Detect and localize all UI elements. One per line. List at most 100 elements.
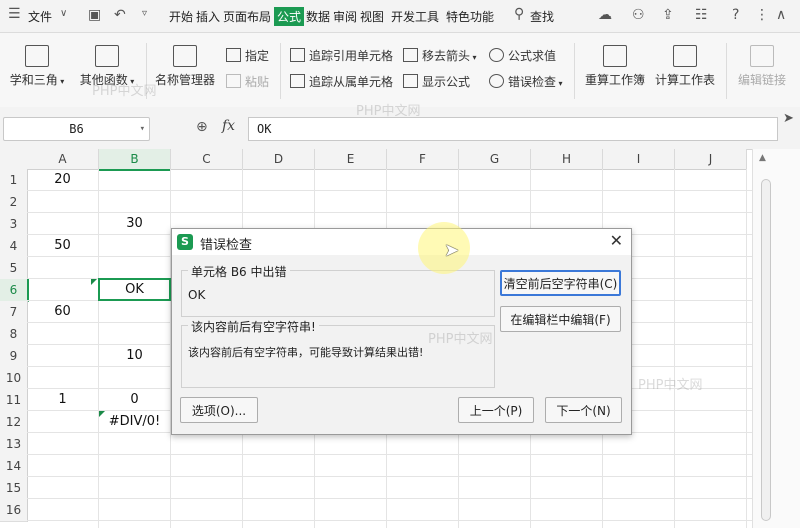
- cell-b3[interactable]: 30: [99, 213, 170, 235]
- tab-view[interactable]: 视图: [360, 8, 384, 25]
- cloud-sync-icon[interactable]: ☁: [598, 7, 612, 23]
- tab-data[interactable]: 数据: [306, 8, 330, 25]
- recalc-workbook-button[interactable]: 重算工作簿: [582, 45, 648, 88]
- tab-developer[interactable]: 开发工具: [391, 8, 439, 25]
- row-header-4[interactable]: 4: [0, 235, 28, 258]
- math-trig-label: 学和三角: [9, 73, 58, 87]
- remove-arrows-button[interactable]: 移去箭头 ▾: [403, 47, 477, 64]
- cell-a11[interactable]: 1: [27, 389, 98, 411]
- error-check-label: 错误检查: [508, 75, 557, 89]
- active-cell-border: [98, 278, 171, 301]
- column-header-a[interactable]: A: [27, 149, 99, 170]
- error-indicator-icon[interactable]: [91, 279, 97, 285]
- row-header-13[interactable]: 13: [0, 433, 28, 456]
- name-manager-button[interactable]: 名称管理器: [152, 45, 218, 88]
- options-button[interactable]: 选项(O)...: [180, 397, 258, 423]
- row-header-14[interactable]: 14: [0, 455, 28, 478]
- next-button[interactable]: 下一个(N): [545, 397, 622, 423]
- vertical-scrollbar[interactable]: ▲: [752, 149, 800, 528]
- row-header-1[interactable]: 1: [0, 169, 28, 192]
- tab-page-layout[interactable]: 页面布局: [223, 8, 271, 25]
- more-icon[interactable]: ⋮: [755, 7, 769, 23]
- hamburger-icon[interactable]: ☰: [8, 6, 21, 22]
- math-trig-icon: [25, 45, 49, 67]
- column-header-e[interactable]: E: [315, 149, 387, 170]
- column-header-d[interactable]: D: [243, 149, 315, 170]
- column-header-h[interactable]: H: [531, 149, 603, 170]
- toolbar-settings-icon[interactable]: ☷: [695, 7, 708, 23]
- tab-special-features[interactable]: 特色功能: [446, 8, 494, 25]
- row-header-11[interactable]: 11: [0, 389, 28, 412]
- collapse-ribbon-icon[interactable]: ∧: [776, 7, 786, 23]
- define-button[interactable]: 指定: [226, 47, 269, 64]
- column-header-c[interactable]: C: [171, 149, 243, 170]
- tab-review[interactable]: 审阅: [333, 8, 357, 25]
- formula-input[interactable]: OK: [248, 117, 778, 141]
- show-formulas-button[interactable]: 显示公式: [403, 73, 470, 90]
- scroll-up-icon[interactable]: ▲: [759, 153, 766, 163]
- close-icon[interactable]: ✕: [610, 231, 623, 250]
- column-header-i[interactable]: I: [603, 149, 675, 170]
- row-header-3[interactable]: 3: [0, 213, 28, 236]
- math-trig-button[interactable]: 学和三角 ▾: [6, 45, 68, 88]
- cell-a4[interactable]: 50: [27, 235, 98, 257]
- cell-b12[interactable]: #DIV/0!: [99, 411, 170, 433]
- edit-links-button[interactable]: 编辑链接: [732, 45, 792, 88]
- gridline: [746, 169, 747, 528]
- quick-access-dropdown-icon[interactable]: ▿: [142, 8, 147, 19]
- evaluate-formula-button[interactable]: 公式求值: [489, 47, 556, 64]
- save-icon[interactable]: ▣: [88, 7, 101, 23]
- tab-formulas[interactable]: 公式: [274, 7, 305, 26]
- dialog-titlebar[interactable]: S 错误检查 ✕: [172, 229, 631, 255]
- undo-icon[interactable]: ↶: [114, 7, 126, 23]
- file-menu[interactable]: 文件: [28, 8, 52, 25]
- column-header-f[interactable]: F: [387, 149, 459, 170]
- cell-b9[interactable]: 10: [99, 345, 170, 367]
- edit-in-formula-bar-button[interactable]: 在编辑栏中编辑(F): [500, 306, 621, 332]
- other-functions-icon: [95, 45, 119, 67]
- row-header-16[interactable]: 16: [0, 499, 28, 522]
- tab-home[interactable]: 开始: [169, 8, 193, 25]
- row-header-6[interactable]: 6: [0, 279, 29, 302]
- row-header-12[interactable]: 12: [0, 411, 28, 434]
- fx-icon[interactable]: fx: [222, 118, 235, 134]
- select-all-corner[interactable]: [0, 149, 28, 170]
- help-icon[interactable]: ?: [732, 7, 739, 23]
- error-indicator-icon[interactable]: [99, 411, 105, 417]
- cell-b11[interactable]: 0: [99, 389, 170, 411]
- search-icon[interactable]: ⚲: [514, 6, 524, 22]
- column-header-b[interactable]: B: [99, 149, 171, 171]
- tab-insert[interactable]: 插入: [196, 8, 220, 25]
- row-header-10[interactable]: 10: [0, 367, 28, 390]
- error-check-button[interactable]: 错误检查 ▾: [489, 73, 563, 90]
- column-header-j[interactable]: J: [675, 149, 747, 170]
- search-label[interactable]: 查找: [530, 8, 554, 25]
- menu-bar: ☰ 文件 ∨ ▣ ↶ ▿ 开始 插入 页面布局 公式 数据 审阅 视图 开发工具…: [0, 0, 800, 33]
- cell-a1[interactable]: 20: [27, 169, 98, 191]
- row-header-15[interactable]: 15: [0, 477, 28, 500]
- trace-dependents-icon: [290, 74, 305, 88]
- trim-spaces-button[interactable]: 清空前后空字符串(C): [500, 270, 621, 296]
- other-functions-button[interactable]: 其他函数 ▾: [76, 45, 138, 88]
- row-header-8[interactable]: 8: [0, 323, 28, 346]
- cell-a7[interactable]: 60: [27, 301, 98, 323]
- chevron-down-icon[interactable]: ▾: [140, 118, 145, 140]
- name-box[interactable]: B6 ▾: [3, 117, 150, 141]
- calc-sheet-button[interactable]: 计算工作表: [652, 45, 718, 88]
- chevron-down-icon[interactable]: ∨: [60, 8, 67, 19]
- share-icon[interactable]: ⇪: [662, 7, 674, 23]
- trace-precedents-button[interactable]: 追踪引用单元格: [290, 47, 393, 64]
- column-header-g[interactable]: G: [459, 149, 531, 170]
- row-header-2[interactable]: 2: [0, 191, 28, 214]
- trace-dependents-button[interactable]: 追踪从属单元格: [290, 73, 393, 90]
- row-header-5[interactable]: 5: [0, 257, 28, 280]
- collaborate-user-icon[interactable]: ⚇: [632, 7, 645, 23]
- row-header-9[interactable]: 9: [0, 345, 28, 368]
- paste-name-button[interactable]: 粘贴: [226, 73, 269, 90]
- ribbon: 学和三角 ▾ 其他函数 ▾ 名称管理器 指定 粘贴 追踪引用单元格 追踪从属单元…: [0, 33, 800, 108]
- previous-button[interactable]: 上一个(P): [458, 397, 534, 423]
- gridline: [27, 476, 752, 477]
- zoom-icon[interactable]: ⊕: [196, 119, 208, 135]
- row-header-7[interactable]: 7: [0, 301, 28, 324]
- scrollbar-thumb[interactable]: [761, 179, 771, 521]
